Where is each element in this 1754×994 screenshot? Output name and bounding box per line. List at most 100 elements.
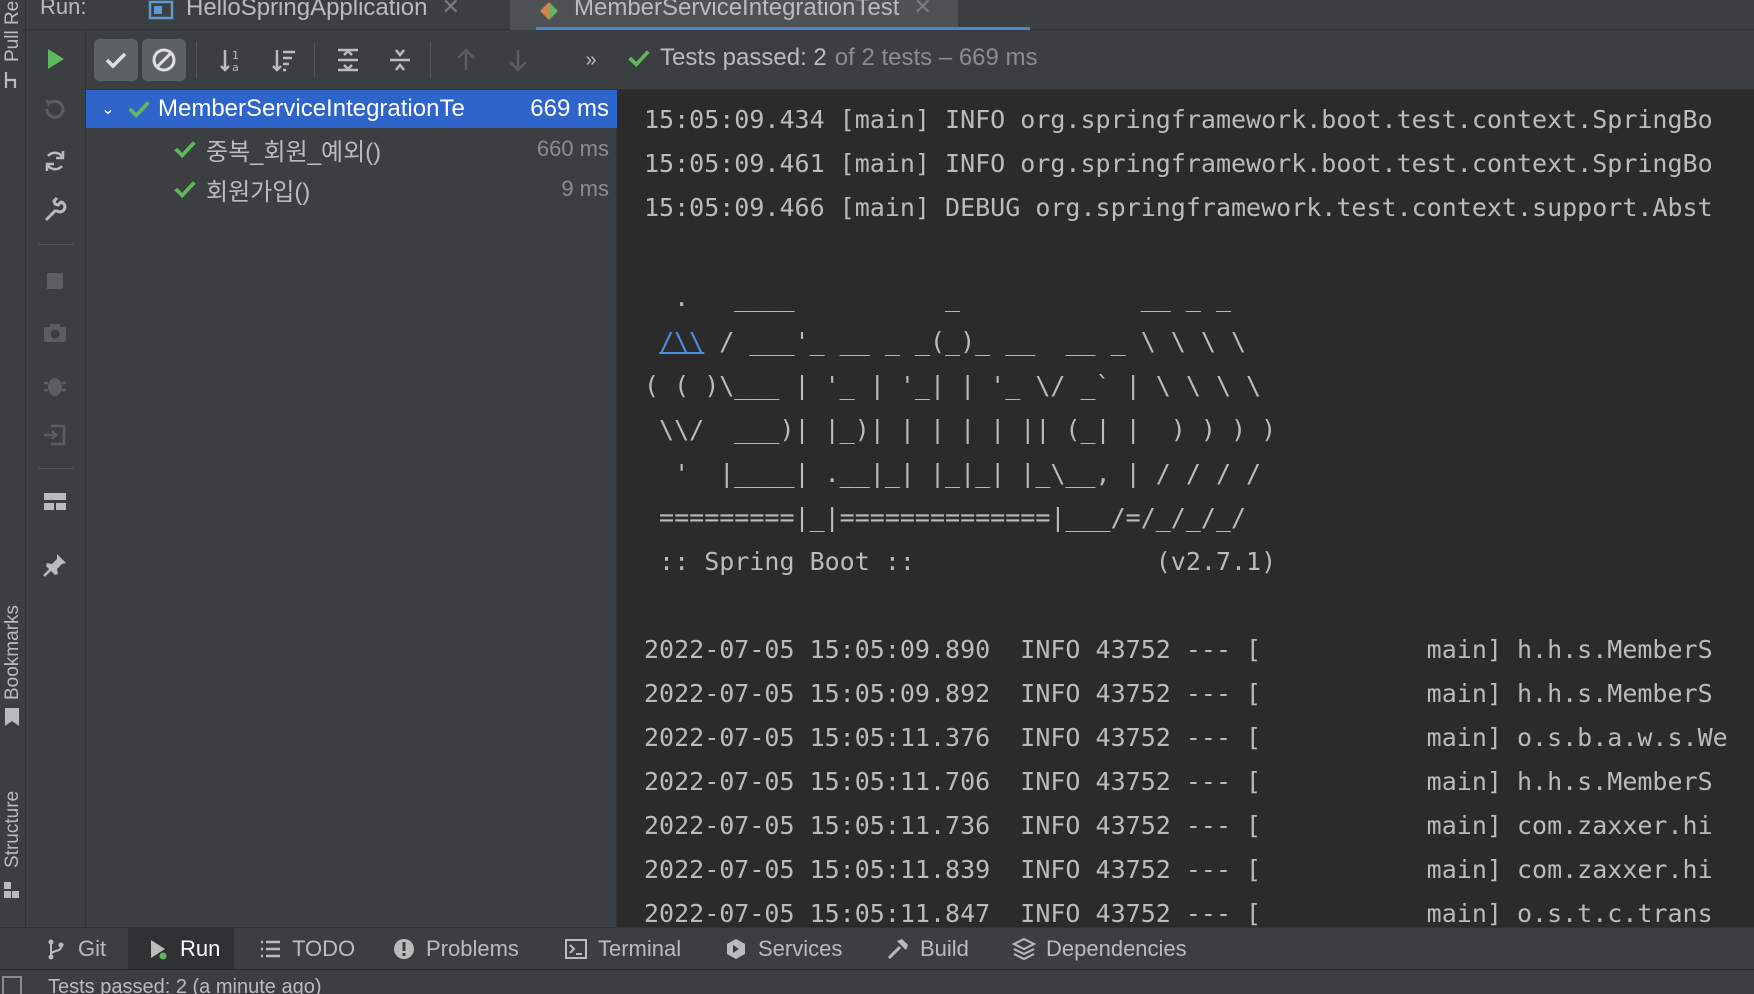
tab-todo[interactable]: TODO (258, 928, 355, 970)
test-status-summary: Tests passed: 2 of 2 tests – 669 ms (626, 44, 1038, 72)
banner-line: ( ( )\___ | '_ | '_| | '_ \/ _` | \ \ \ … (644, 371, 1262, 400)
toggle-auto-test-button[interactable] (40, 146, 70, 176)
banner-text: / ___'_ __ _ _(_)_ __ __ _ \ \ \ \ (704, 327, 1247, 356)
tree-row-test[interactable]: 회원가입() 9 ms (86, 170, 617, 208)
hammer-icon (887, 939, 908, 960)
sort-alpha-icon: 1a (220, 49, 239, 74)
tab-terminal[interactable]: Terminal (564, 928, 681, 970)
console-line: 15:05:09.466 [main] DEBUG org.springfram… (644, 193, 1713, 222)
rerun-failed-button[interactable] (40, 94, 70, 124)
pin-icon (43, 554, 66, 577)
test-class-icon (540, 2, 558, 20)
log-line: 2022-07-05 15:05:11.706 INFO 43752 --- [… (644, 767, 1713, 796)
tests-passed-text: Tests passed: 2 (660, 44, 827, 71)
run-icon (151, 940, 167, 960)
show-ignored-toggle[interactable] (142, 39, 186, 81)
tab-label: MemberServiceIntegrationTest (574, 0, 900, 21)
previous-failed-button[interactable] (444, 39, 488, 81)
more-actions-button[interactable]: » (578, 39, 604, 81)
tab-problems[interactable]: Problems (392, 928, 519, 970)
check-icon (628, 50, 650, 68)
bottom-tool-window-bar: Git Run TODO Problems Terminal Services … (0, 927, 1754, 970)
chevron-double-right-icon: » (585, 48, 597, 71)
dump-threads-button[interactable] (40, 318, 70, 348)
test-duration: 669 ms (530, 95, 609, 122)
run-label: Run: (40, 0, 87, 19)
tab-git[interactable]: Git (44, 928, 106, 970)
pull-request-icon (3, 70, 21, 90)
divider (314, 42, 315, 78)
log-line: 2022-07-05 15:05:09.890 INFO 43752 --- [… (644, 635, 1713, 664)
banner-text (644, 327, 659, 356)
layout-button[interactable] (40, 486, 70, 516)
auto-test-icon (45, 151, 65, 171)
expand-all-button[interactable] (326, 39, 370, 81)
check-icon (174, 141, 196, 159)
tool-windows-toggle-icon[interactable] (2, 976, 22, 994)
log-line: 2022-07-05 15:05:11.839 INFO 43752 --- [… (644, 855, 1713, 884)
rerun-button[interactable] (40, 44, 70, 74)
sort-by-duration-button[interactable] (262, 39, 306, 81)
debug-button[interactable] (40, 370, 70, 400)
camera-icon (44, 324, 66, 342)
pin-tab-button[interactable] (40, 550, 70, 580)
settings-button[interactable] (40, 196, 70, 226)
divider (196, 42, 197, 78)
application-icon (148, 0, 174, 20)
arrow-down-icon (509, 50, 527, 72)
test-method-name: 중복_회원_예외() (206, 138, 382, 166)
banner-line: =========|_|==============|___/=/_/_/_/ (644, 503, 1247, 532)
console-output[interactable]: 15:05:09.434 [main] INFO org.springframe… (618, 90, 1754, 927)
test-results-tree: ⌄ MemberServiceIntegrationTe 669 ms 중복_회… (86, 90, 617, 927)
collapse-all-icon (390, 49, 410, 71)
tab-label: Services (758, 936, 843, 961)
log-line: 2022-07-05 15:05:11.736 INFO 43752 --- [… (644, 811, 1713, 840)
divider (38, 468, 74, 469)
rerun-failed-icon (45, 99, 65, 119)
tab-label: Git (78, 936, 107, 961)
layout-icon (44, 493, 66, 510)
tab-hello-spring-application[interactable]: HelloSpringApplication ✕ (134, 0, 474, 30)
stop-button[interactable] (40, 266, 70, 296)
exit-button[interactable] (40, 420, 70, 450)
show-passed-toggle[interactable] (94, 39, 138, 81)
sort-alphabetically-button[interactable]: 1a (210, 39, 254, 81)
ignored-icon (152, 48, 176, 72)
banner-line: /\\ / ___'_ __ _ _(_)_ __ __ _ \ \ \ \ (644, 327, 1246, 357)
console-line: 15:05:09.461 [main] INFO org.springframe… (644, 149, 1713, 178)
tree-row-root[interactable]: ⌄ MemberServiceIntegrationTe 669 ms (86, 90, 617, 128)
test-duration: 9 ms (561, 176, 609, 201)
tab-label: Run (180, 936, 221, 961)
close-icon[interactable]: ✕ (441, 0, 459, 20)
play-icon (48, 49, 64, 69)
banner-line: :: Spring Boot :: (v2.7.1) (644, 547, 1277, 576)
tab-services[interactable]: Services (724, 928, 842, 970)
test-method-name: 회원가입() (206, 178, 311, 206)
close-icon[interactable]: ✕ (913, 0, 931, 20)
sort-duration-icon (272, 50, 295, 72)
next-failed-button[interactable] (496, 39, 540, 81)
log-line: 2022-07-05 15:05:11.847 INFO 43752 --- [… (644, 899, 1713, 927)
chevron-down-icon[interactable]: ⌄ (90, 99, 126, 119)
tab-member-service-integration-test[interactable]: MemberServiceIntegrationTest ✕ (510, 0, 958, 30)
tab-build[interactable]: Build (886, 928, 969, 970)
check-icon (105, 52, 127, 69)
bookmark-icon (3, 706, 21, 728)
collapse-all-button[interactable] (378, 39, 422, 81)
status-bar-message[interactable]: Tests passed: 2 (a minute ago) (48, 976, 321, 994)
git-branch-icon (48, 939, 64, 960)
bookmarks-label: Bookmarks (2, 604, 23, 700)
arrow-up-icon (457, 48, 475, 70)
tab-run[interactable]: Run (128, 928, 235, 970)
structure-icon (3, 880, 21, 900)
tab-label: Terminal (598, 936, 682, 961)
tab-label: Problems (426, 936, 519, 961)
left-tool-strip: Pull Requests Bookmarks Structure (0, 0, 26, 927)
banner-line: ' |____| .__|_| |_|_| |_\__, | / / / / (644, 459, 1262, 488)
tab-dependencies[interactable]: Dependencies (1012, 928, 1187, 970)
tree-row-test[interactable]: 중복_회원_예외() 660 ms (86, 130, 617, 168)
banner-link[interactable]: /\\ (659, 327, 704, 356)
problems-icon (394, 939, 414, 959)
tests-total-text: of 2 tests – 669 ms (834, 44, 1038, 71)
status-bar: Tests passed: 2 (a minute ago) (0, 969, 1754, 994)
